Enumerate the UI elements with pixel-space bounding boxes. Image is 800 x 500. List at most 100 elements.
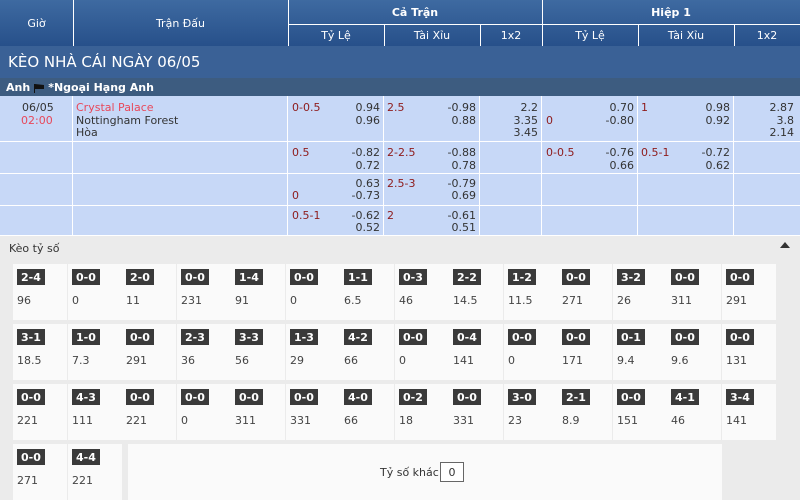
ft-hdp-away[interactable]: 0.96 xyxy=(330,114,381,127)
score-odds[interactable]: 111 xyxy=(72,414,93,427)
score-cell[interactable]: 3-2 26 xyxy=(613,264,667,320)
score-cell[interactable]: 0-0 0 xyxy=(177,384,231,440)
h1-hdp-away[interactable]: 0.66 xyxy=(584,159,635,172)
score-cell[interactable]: 3-1 18.5 xyxy=(13,324,67,380)
ft-ou-under[interactable]: 0.69 xyxy=(426,189,477,202)
score-odds[interactable]: 9.4 xyxy=(617,354,635,367)
score-odds[interactable]: 141 xyxy=(726,414,747,427)
score-odds[interactable]: 271 xyxy=(562,294,583,307)
ft-ou-under[interactable]: 0.88 xyxy=(426,114,477,127)
score-cell[interactable]: 1-1 6.5 xyxy=(340,264,394,320)
score-odds[interactable]: 311 xyxy=(671,294,692,307)
score-cell[interactable]: 0-2 18 xyxy=(395,384,449,440)
score-cell[interactable]: 2-0 11 xyxy=(122,264,176,320)
score-odds[interactable]: 66 xyxy=(344,414,358,427)
score-cell[interactable]: 2-4 96 xyxy=(13,264,67,320)
ft-hdp-home[interactable]: 0.94 xyxy=(330,101,381,114)
score-odds[interactable]: 291 xyxy=(126,354,147,367)
score-cell[interactable]: 0-0 0 xyxy=(68,264,122,320)
score-odds[interactable]: 0 xyxy=(181,414,188,427)
score-odds[interactable]: 11.5 xyxy=(508,294,533,307)
score-odds[interactable]: 231 xyxy=(181,294,202,307)
score-cell[interactable]: 3-4 141 xyxy=(722,384,776,440)
score-cell[interactable]: 0-0 0 xyxy=(286,264,340,320)
score-cell[interactable]: 1-2 11.5 xyxy=(504,264,558,320)
score-odds[interactable]: 8.9 xyxy=(562,414,580,427)
h1-ou-over[interactable]: 0.98 xyxy=(680,101,731,114)
score-odds[interactable]: 56 xyxy=(235,354,249,367)
score-odds[interactable]: 151 xyxy=(617,414,638,427)
score-cell[interactable]: 0-0 0 xyxy=(395,324,449,380)
score-cell[interactable]: 4-0 66 xyxy=(340,384,394,440)
league-row[interactable]: Anh *Ngoại Hạng Anh xyxy=(0,78,800,96)
score-cell[interactable]: 0-0 311 xyxy=(231,384,285,440)
score-odds[interactable]: 331 xyxy=(290,414,311,427)
score-cell[interactable]: 3-0 23 xyxy=(504,384,558,440)
score-odds[interactable]: 311 xyxy=(235,414,256,427)
score-odds[interactable]: 271 xyxy=(17,474,38,487)
score-odds[interactable]: 96 xyxy=(17,294,31,307)
score-cell[interactable]: 4-1 46 xyxy=(667,384,721,440)
score-cell[interactable]: 3-3 56 xyxy=(231,324,285,380)
score-cell[interactable]: 2-1 8.9 xyxy=(558,384,612,440)
ft-hdp-away[interactable]: -0.73 xyxy=(330,189,380,202)
score-cell[interactable]: 4-3 111 xyxy=(68,384,122,440)
ft-ou-over[interactable]: -0.98 xyxy=(426,101,476,114)
h1-hdp-home[interactable]: -0.76 xyxy=(584,146,634,159)
score-cell[interactable]: 1-3 29 xyxy=(286,324,340,380)
ft-1x2-away[interactable]: 3.45 xyxy=(490,126,539,139)
h1-ou-over[interactable]: -0.72 xyxy=(680,146,730,159)
ft-ou-under[interactable]: 0.51 xyxy=(426,221,477,234)
score-cell[interactable]: 2-2 14.5 xyxy=(449,264,503,320)
score-odds[interactable]: 141 xyxy=(453,354,474,367)
h1-hdp-home[interactable]: 0.70 xyxy=(584,101,635,114)
score-odds[interactable]: 331 xyxy=(453,414,474,427)
ft-hdp-away[interactable]: 0.52 xyxy=(330,221,381,234)
other-score-cell[interactable]: Tỷ số khác 0 xyxy=(128,444,722,500)
h1-1x2-away[interactable]: 2.14 xyxy=(744,126,795,139)
score-cell[interactable]: 2-3 36 xyxy=(177,324,231,380)
score-cell[interactable]: 1-0 7.3 xyxy=(68,324,122,380)
home-team[interactable]: Crystal Palace xyxy=(76,101,154,114)
score-cell[interactable]: 0-0 151 xyxy=(613,384,667,440)
score-odds[interactable]: 171 xyxy=(562,354,583,367)
score-odds[interactable]: 46 xyxy=(399,294,413,307)
score-odds[interactable]: 0 xyxy=(508,354,515,367)
score-cell[interactable]: 0-0 221 xyxy=(122,384,176,440)
score-cell[interactable]: 0-0 171 xyxy=(558,324,612,380)
score-cell[interactable]: 0-0 131 xyxy=(722,324,776,380)
score-cell[interactable]: 4-2 66 xyxy=(340,324,394,380)
score-odds[interactable]: 18 xyxy=(399,414,413,427)
score-odds[interactable]: 0 xyxy=(399,354,406,367)
score-odds[interactable]: 46 xyxy=(671,414,685,427)
score-odds[interactable]: 131 xyxy=(726,354,747,367)
score-cell[interactable]: 0-0 291 xyxy=(122,324,176,380)
score-odds[interactable]: 221 xyxy=(126,414,147,427)
ft-1x2-home[interactable]: 2.2 xyxy=(490,101,539,114)
ft-hdp-home[interactable]: -0.82 xyxy=(330,146,380,159)
score-cell[interactable]: 0-0 0 xyxy=(504,324,558,380)
score-odds[interactable]: 0 xyxy=(290,294,297,307)
score-cell[interactable]: 0-0 271 xyxy=(558,264,612,320)
score-cell[interactable]: 0-0 221 xyxy=(13,384,67,440)
score-cell[interactable]: 0-0 291 xyxy=(722,264,776,320)
h1-ou-under[interactable]: 0.92 xyxy=(680,114,731,127)
score-odds[interactable]: 221 xyxy=(17,414,38,427)
score-odds[interactable]: 0 xyxy=(72,294,79,307)
score-odds[interactable]: 36 xyxy=(181,354,195,367)
collapse-icon[interactable] xyxy=(780,242,790,248)
score-cell[interactable]: 0-0 331 xyxy=(449,384,503,440)
score-odds[interactable]: 6.5 xyxy=(344,294,362,307)
score-odds[interactable]: 29 xyxy=(290,354,304,367)
ft-ou-over[interactable]: -0.88 xyxy=(426,146,476,159)
score-odds[interactable]: 221 xyxy=(72,474,93,487)
score-odds[interactable]: 9.6 xyxy=(671,354,689,367)
score-cell[interactable]: 0-0 271 xyxy=(13,444,67,500)
score-cell[interactable]: 4-4 221 xyxy=(68,444,122,500)
score-odds[interactable]: 66 xyxy=(344,354,358,367)
score-cell[interactable]: 0-1 9.4 xyxy=(613,324,667,380)
score-odds[interactable]: 26 xyxy=(617,294,631,307)
score-odds[interactable]: 14.5 xyxy=(453,294,478,307)
score-odds[interactable]: 7.3 xyxy=(72,354,90,367)
score-cell[interactable]: 0-0 231 xyxy=(177,264,231,320)
